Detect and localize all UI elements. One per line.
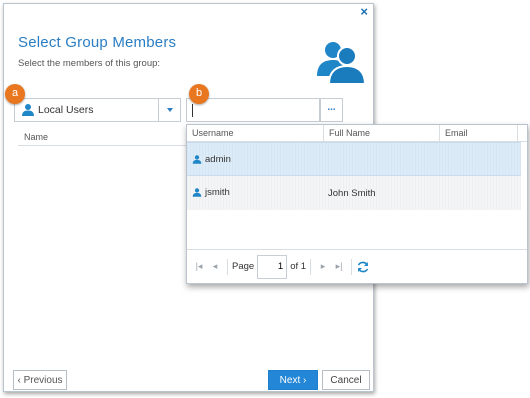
browse-users-button[interactable]: ... xyxy=(320,98,343,122)
column-header-spacer xyxy=(517,125,527,141)
username-cell: jsmith xyxy=(192,187,230,198)
user-source-select[interactable]: Local Users xyxy=(14,98,181,122)
refresh-icon[interactable] xyxy=(356,260,370,274)
user-source-value: Local Users xyxy=(38,104,94,116)
username-cell: admin xyxy=(192,154,231,165)
column-header-username[interactable]: Username xyxy=(187,125,323,141)
last-page-icon[interactable]: ▸| xyxy=(331,261,347,272)
users-group-icon xyxy=(317,42,366,84)
pager-divider xyxy=(310,258,312,275)
pager-divider xyxy=(351,258,353,275)
page-number-input[interactable] xyxy=(257,254,288,279)
column-header-full-name[interactable]: Full Name xyxy=(323,125,439,141)
text-cursor xyxy=(192,104,193,117)
first-page-icon[interactable]: |◂ xyxy=(191,261,207,272)
column-header-name[interactable]: Name xyxy=(24,132,48,142)
dialog-subtitle: Select the members of this group: xyxy=(18,58,161,69)
cancel-button[interactable]: Cancel xyxy=(322,370,370,390)
user-icon xyxy=(192,155,202,164)
chevron-down-icon[interactable] xyxy=(158,99,180,121)
full-name-cell: John Smith xyxy=(328,188,376,199)
prev-page-icon[interactable]: ◂ xyxy=(207,261,223,272)
results-pager: |◂ ◂ Page of 1 ▸ ▸| xyxy=(187,249,527,283)
pager-divider xyxy=(227,258,228,275)
user-search-input[interactable] xyxy=(187,99,319,121)
user-search-field[interactable] xyxy=(186,98,320,122)
user-results-dropdown: Username Full Name Email admin jsmith Jo… xyxy=(186,124,528,284)
dialog-title: Select Group Members xyxy=(18,34,177,51)
table-row[interactable]: admin xyxy=(187,142,521,176)
previous-button[interactable]: ‹ Previous xyxy=(13,370,67,390)
step-badge-b: b xyxy=(189,84,209,104)
username-text: jsmith xyxy=(205,187,230,198)
page-count-label: of 1 xyxy=(290,261,307,272)
next-page-icon[interactable]: ▸ xyxy=(315,261,331,272)
close-icon[interactable]: × xyxy=(360,5,368,19)
page-label: Page xyxy=(232,261,255,272)
user-icon xyxy=(22,104,34,116)
step-badge-a: a xyxy=(5,84,25,104)
results-header: Username Full Name Email xyxy=(187,125,527,142)
column-header-email[interactable]: Email xyxy=(439,125,517,141)
next-button[interactable]: Next › xyxy=(268,370,318,390)
table-row[interactable]: jsmith John Smith xyxy=(187,176,521,210)
user-icon xyxy=(192,188,202,197)
username-text: admin xyxy=(205,154,231,165)
